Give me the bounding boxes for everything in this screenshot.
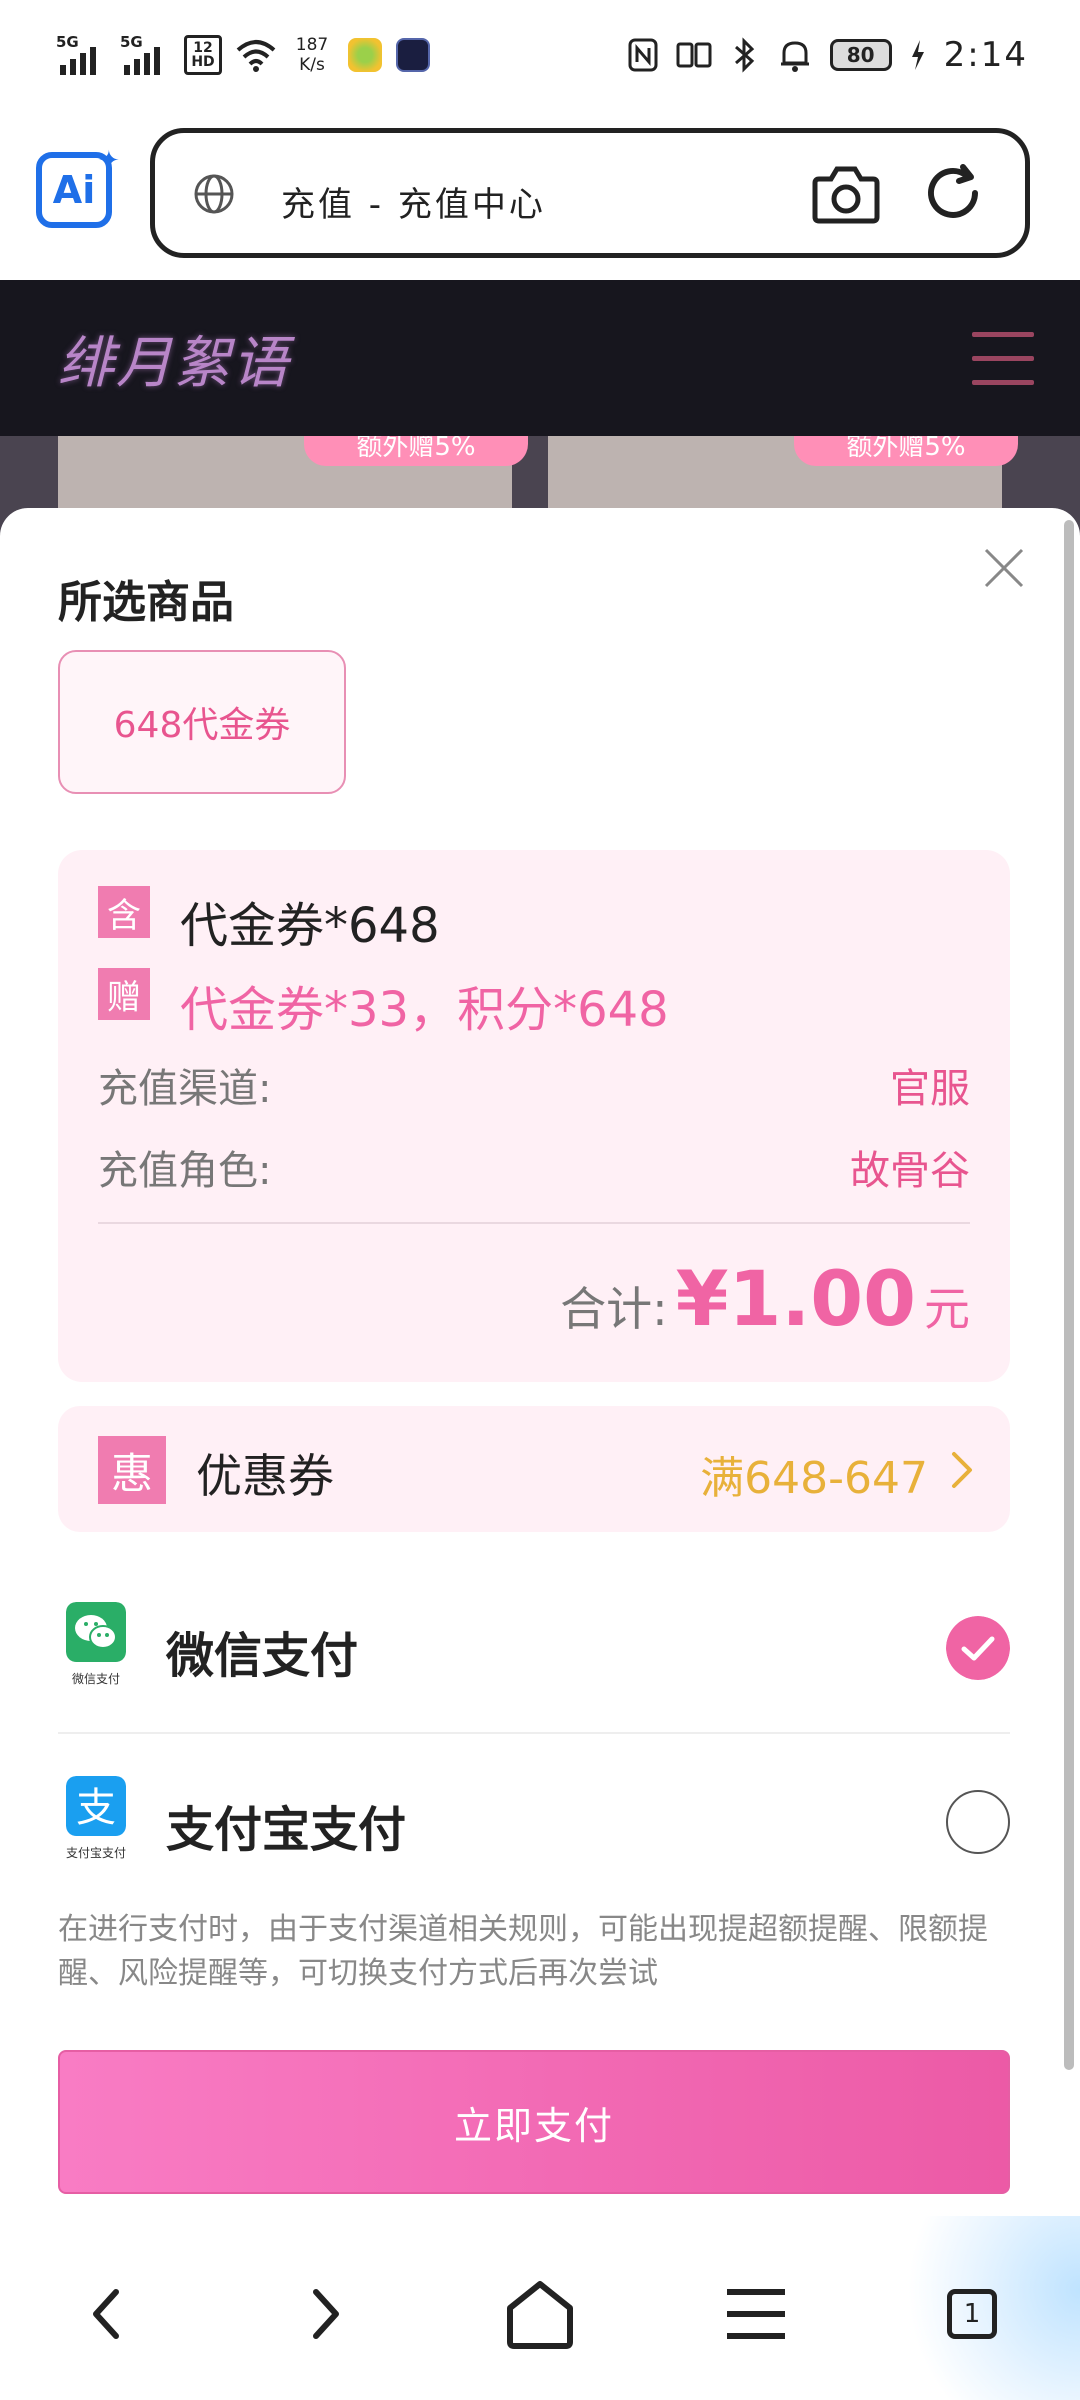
clock: 2:14 [943,35,1028,75]
payment-sheet: 所选商品 648代金券 含 代金券*648 赠 代金券*33，积分*648 充值… [0,508,1080,2400]
bonus-badge: 额外赠5% [794,436,1018,466]
tabs-button[interactable]: 1 [930,2272,1014,2356]
radio-checked-icon[interactable] [946,1616,1010,1680]
bonus-badge: 额外赠5% [304,436,528,466]
svg-text:支: 支 [76,1785,116,1831]
alipay-icon: 支 [66,1776,126,1836]
ai-label: Ai [52,168,96,212]
total-unit: 元 [924,1282,970,1336]
included-items: 代金券*648 [180,898,440,954]
status-left: 5G 5G 12 HD 187 K/s [56,30,430,80]
radio-unchecked-icon[interactable] [946,1790,1010,1854]
battery-icon: 80 [829,39,892,71]
status-right: 80 2:14 [628,30,1028,80]
vibrate-icon [676,42,712,68]
app-notification-icon [396,38,430,72]
address-bar[interactable]: 充值 - 充值中心 [150,128,1030,258]
included-tag: 含 [98,886,150,938]
back-icon[interactable] [64,2272,148,2356]
sparkle-icon: ✦ [98,146,120,176]
channel-value: 官服 [890,1066,970,1112]
selected-product-chip[interactable]: 648代金券 [58,650,346,794]
divider [58,1732,1010,1734]
bell-icon [780,41,809,72]
app-notification-icon [348,38,382,72]
charging-icon [911,40,924,70]
bluetooth-icon [734,37,754,73]
coupon-row[interactable]: 惠 优惠券 满648-647 [58,1406,1010,1532]
chevron-right-icon [952,1452,972,1488]
globe-icon [194,174,234,214]
hd-icon: 12 HD [184,35,222,75]
section-title: 所选商品 [58,577,234,628]
reload-icon[interactable] [921,161,985,225]
menu-lines-icon[interactable] [714,2272,798,2356]
page-title[interactable]: 充值 - 充值中心 [281,177,546,226]
payment-option-alipay[interactable]: 支 支付宝支付 支付宝支付 [58,1744,1010,1904]
browser-bottom-nav: 1 [0,2216,1080,2400]
total-amount: ¥1.00 [675,1254,916,1343]
wechat-pay-icon [66,1602,126,1662]
battery-level: 80 [846,43,875,67]
total-label: 合计: [560,1282,668,1336]
signal-icon: 5G [120,33,170,77]
net-speed-value: 187 [295,35,329,55]
payment-option-wechat[interactable]: 微信支付 微信支付 [58,1570,1010,1730]
coupon-tag: 惠 [98,1436,166,1504]
browser-toolbar: Ai ✦ 充值 - 充值中心 [0,110,1080,280]
home-icon[interactable] [498,2272,582,2356]
wechat-pay-label: 微信支付 [166,1628,359,1684]
coupon-value: 满648-647 [700,1453,928,1504]
role-label: 充值角色: [98,1148,272,1194]
wechat-pay-caption: 微信支付 [71,1672,120,1686]
camera-icon[interactable] [811,161,881,225]
hd-badge: HD [191,54,215,70]
order-summary-card: 含 代金券*648 赠 代金券*33，积分*648 充值渠道: 官服 充值角色:… [58,850,1010,1382]
total-row: 合计: ¥1.00 元 [560,1254,970,1343]
site-logo[interactable]: 绯月絮语 [58,318,290,399]
gift-items: 代金券*33，积分*648 [180,982,669,1038]
scrollbar[interactable] [1064,520,1074,2070]
forward-icon[interactable] [284,2272,368,2356]
net-speed-unit: K/s [299,55,325,75]
alipay-caption: 支付宝支付 [65,1846,126,1860]
gift-tag: 赠 [98,968,150,1020]
menu-icon[interactable] [972,332,1034,388]
nfc-icon [628,38,658,72]
close-icon[interactable] [980,544,1028,592]
signal-icon: 5G [56,33,106,77]
wifi-icon [236,40,276,72]
site-header: 绯月絮语 [0,280,1080,436]
status-bar: 5G 5G 12 HD 187 K/s 80 2:14 [0,0,1080,110]
net-speed: 187 K/s [290,35,334,75]
pay-now-button[interactable]: 立即支付 [58,2050,1010,2194]
coupon-label: 优惠券 [196,1449,334,1503]
alipay-label: 支付宝支付 [166,1802,407,1858]
divider [98,1222,970,1224]
tab-count: 1 [947,2289,997,2339]
payment-notice: 在进行支付时，由于支付渠道相关规则，可能出现提超额提醒、限额提醒、风险提醒等，可… [58,1912,988,1991]
channel-label: 充值渠道: [98,1066,272,1112]
role-value: 故骨谷 [850,1148,970,1194]
